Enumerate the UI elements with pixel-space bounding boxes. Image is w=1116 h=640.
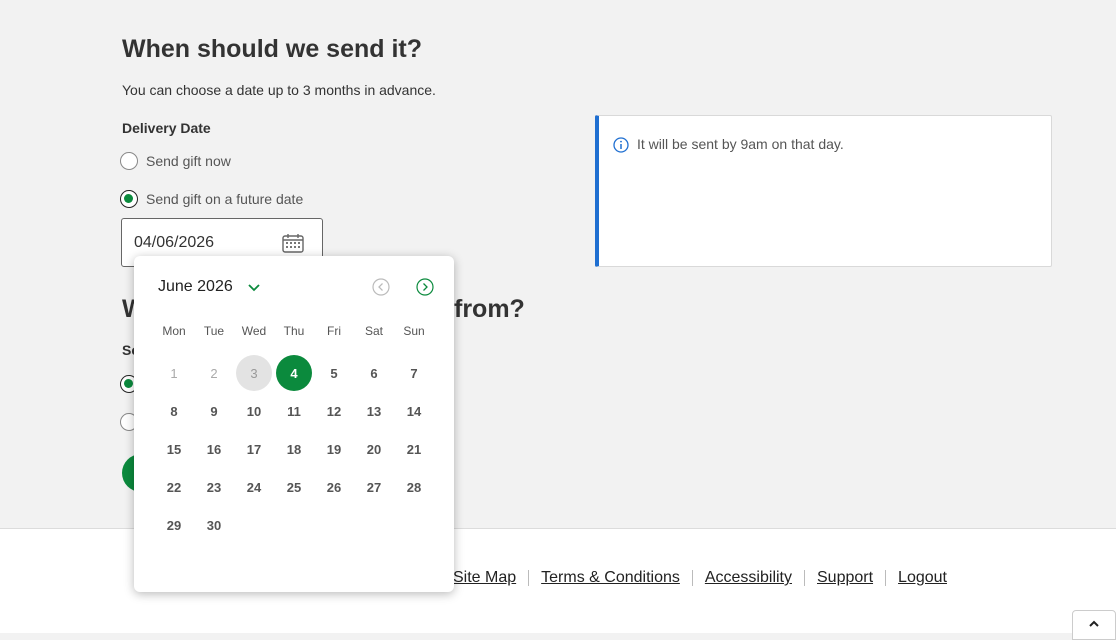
next-month-icon[interactable] [416,278,434,296]
calendar-day[interactable]: 10 [236,393,272,429]
date-picker-popup: June 2026 Mon Tue Wed Thu Fri Sat Sun 12… [134,256,454,592]
delivery-date-label: Delivery Date [122,120,211,136]
footer-link-accessibility[interactable]: Accessibility [693,569,804,587]
calendar-icon[interactable] [282,233,304,253]
month-selector[interactable]: June 2026 [158,278,261,296]
weekday-label: Fri [327,324,341,338]
weekday-label: Thu [283,324,305,338]
calendar-day[interactable]: 15 [156,431,192,467]
send-now-radio[interactable] [120,152,138,170]
chevron-up-icon [1089,620,1099,627]
weekday-label: Wed [241,324,267,338]
calendar-day[interactable]: 13 [356,393,392,429]
calendar-day[interactable]: 22 [156,469,192,505]
calendar-day[interactable]: 8 [156,393,192,429]
calendar-day[interactable]: 20 [356,431,392,467]
calendar-day[interactable]: 29 [156,507,192,543]
calendar-day[interactable]: 23 [196,469,232,505]
weekday-label: Mon [162,324,186,338]
send-heading: When should we send it? [122,35,422,63]
footer-link-site-map[interactable]: Site Map [441,569,528,587]
calendar-day[interactable]: 7 [396,355,432,391]
footer-links: Site Map Terms & Conditions Accessibilit… [440,569,959,587]
calendar-day[interactable]: 30 [196,507,232,543]
footer-link-logout[interactable]: Logout [886,569,959,587]
calendar-day[interactable]: 24 [236,469,272,505]
calendar-day[interactable]: 17 [236,431,272,467]
calendar-day[interactable]: 25 [276,469,312,505]
send-now-option[interactable]: Send gift now [120,152,231,170]
calendar-day[interactable]: 18 [276,431,312,467]
weekday-header: Mon Tue Wed Thu Fri Sat Sun [154,324,434,338]
calendar-day[interactable]: 28 [396,469,432,505]
calendar-day[interactable]: 14 [396,393,432,429]
calendar-day[interactable]: 5 [316,355,352,391]
weekday-label: Sat [364,324,383,338]
send-subtext: You can choose a date up to 3 months in … [122,82,436,98]
calendar-day[interactable]: 16 [196,431,232,467]
footer-link-terms[interactable]: Terms & Conditions [529,569,692,587]
from-heading-end: from? [454,295,525,323]
calendar-day: 2 [210,365,218,381]
calendar-day[interactable]: 11 [276,393,312,429]
month-label: June 2026 [158,278,233,295]
chevron-down-icon[interactable] [247,282,261,292]
send-future-radio[interactable] [120,190,138,208]
delivery-info-box: It will be sent by 9am on that day. [595,115,1052,267]
footer-link-support[interactable]: Support [805,569,885,587]
info-icon [613,137,629,153]
send-future-label: Send gift on a future date [146,191,304,207]
send-future-option[interactable]: Send gift on a future date [120,190,303,208]
weekday-label: Tue [203,324,225,338]
calendar-day[interactable]: 21 [396,431,432,467]
calendar-day: 1 [170,365,178,381]
send-now-label: Send gift now [146,153,231,169]
day-grid: 1 2 3 4 5 6 7 8 9 10 11 12 13 14 15 16 17 18 19 20 21 22 23 24 2… [154,354,434,544]
scroll-to-top-button[interactable] [1072,610,1116,640]
calendar-day[interactable]: 4 [276,355,312,391]
delivery-date-value: 04/06/2026 [134,233,215,251]
delivery-info-text: It will be sent by 9am on that day. [637,136,844,152]
calendar-day: 3 [236,355,272,391]
weekday-label: Sun [403,324,425,338]
calendar-day[interactable]: 12 [316,393,352,429]
prev-month-icon[interactable] [372,278,390,296]
calendar-day[interactable]: 27 [356,469,392,505]
calendar-day[interactable]: 9 [196,393,232,429]
calendar-day[interactable]: 6 [356,355,392,391]
calendar-day[interactable]: 26 [316,469,352,505]
calendar-day[interactable]: 19 [316,431,352,467]
